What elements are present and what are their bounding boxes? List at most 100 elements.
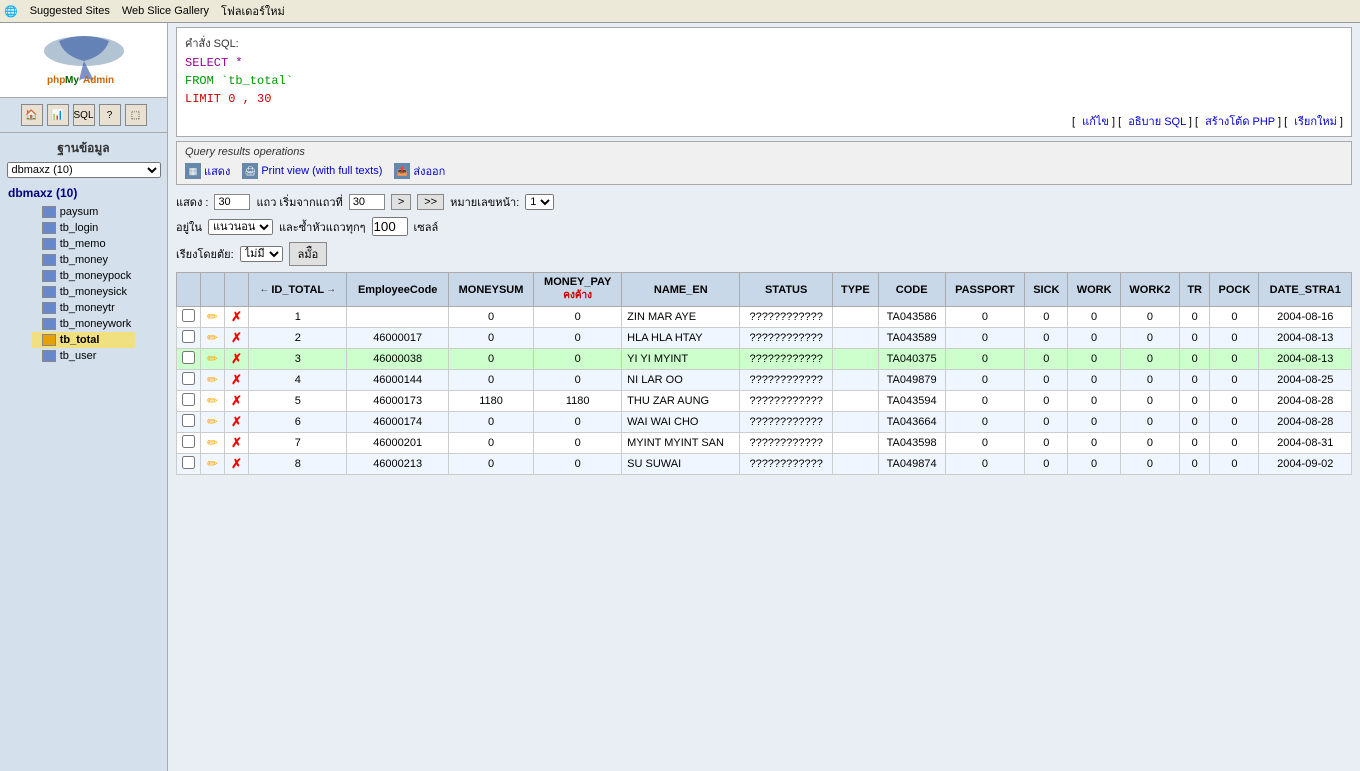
row-check[interactable] xyxy=(177,370,201,391)
col-work[interactable]: WORK xyxy=(1068,273,1120,307)
col-name[interactable]: NAME_EN xyxy=(622,273,740,307)
help-icon[interactable]: ? xyxy=(99,104,121,126)
col-moneysum[interactable]: MONEYSUM xyxy=(448,273,533,307)
row-edit[interactable]: ✏ xyxy=(201,433,225,454)
row-check[interactable] xyxy=(177,412,201,433)
row-del[interactable]: ✗ xyxy=(225,433,249,454)
row-edit[interactable]: ✏ xyxy=(201,412,225,433)
row-del[interactable]: ✗ xyxy=(225,370,249,391)
tab-suggested[interactable]: Suggested Sites xyxy=(30,5,110,17)
delete-icon[interactable]: ✗ xyxy=(231,414,242,429)
col-empcode[interactable]: EmployeeCode xyxy=(347,273,448,307)
edit-icon[interactable]: ✏ xyxy=(207,309,218,324)
col-date[interactable]: DATE_STRA1 xyxy=(1259,273,1352,307)
db-select[interactable]: dbmaxz (10) xyxy=(7,162,161,178)
delete-icon[interactable]: ✗ xyxy=(231,309,242,324)
ops-export-btn[interactable]: 📤 ส่งออก xyxy=(394,162,445,180)
row-date: 2004-08-28 xyxy=(1259,412,1352,433)
nav-item-tb_moneypock[interactable]: tb_moneypock xyxy=(32,268,136,284)
delete-icon[interactable]: ✗ xyxy=(231,456,242,471)
nav-last-btn[interactable]: >> xyxy=(417,194,444,210)
row-edit[interactable]: ✏ xyxy=(201,391,225,412)
sql-refresh-link[interactable]: เรียกใหม่ xyxy=(1294,116,1337,128)
col-moneypay[interactable]: MONEY_PAYคงค้าง xyxy=(534,273,622,307)
nav-item-tb_moneywork[interactable]: tb_moneywork xyxy=(32,316,136,332)
home-icon[interactable]: 🏠 xyxy=(21,104,43,126)
delete-icon[interactable]: ✗ xyxy=(231,330,242,345)
row-edit[interactable]: ✏ xyxy=(201,349,225,370)
col-type[interactable]: TYPE xyxy=(832,273,878,307)
row-del[interactable]: ✗ xyxy=(225,391,249,412)
delete-icon[interactable]: ✗ xyxy=(231,435,242,450)
nav-item-tb_total[interactable]: tb_total xyxy=(32,332,136,348)
col-id-left[interactable]: ← xyxy=(259,284,269,295)
delete-icon[interactable]: ✗ xyxy=(231,372,242,387)
db-icon[interactable]: 📊 xyxy=(47,104,69,126)
exit-icon[interactable]: ⬚ xyxy=(125,104,147,126)
row-edit[interactable]: ✏ xyxy=(201,307,225,328)
row-check[interactable] xyxy=(177,307,201,328)
location-select[interactable]: แนวนอน xyxy=(208,219,273,235)
nav-item-tb_moneytr[interactable]: tb_moneytr xyxy=(32,300,136,316)
sql-php-link[interactable]: สร้างโต้ด PHP xyxy=(1205,116,1275,128)
svg-text:php: php xyxy=(47,75,65,86)
row-check[interactable] xyxy=(177,454,201,475)
edit-icon[interactable]: ✏ xyxy=(207,456,218,471)
col-status[interactable]: STATUS xyxy=(740,273,833,307)
nav-item-tb_money[interactable]: tb_money xyxy=(32,252,136,268)
repeat-input[interactable]: 100 xyxy=(372,217,408,236)
edit-icon[interactable]: ✏ xyxy=(207,372,218,387)
row-code: TA040375 xyxy=(878,349,945,370)
row-id: 6 xyxy=(249,412,347,433)
sort-select[interactable]: ไม่มี xyxy=(240,246,283,262)
nav-item-tb_login[interactable]: tb_login xyxy=(32,220,136,236)
col-work2[interactable]: WORK2 xyxy=(1120,273,1179,307)
page-select[interactable]: 1 xyxy=(525,194,554,210)
delete-icon[interactable]: ✗ xyxy=(231,393,242,408)
show-input[interactable]: 30 xyxy=(214,194,250,210)
sql-explain-link[interactable]: อธิบาย SQL xyxy=(1128,116,1186,128)
sort-btn[interactable]: ลมัือ xyxy=(289,242,328,266)
edit-icon[interactable]: ✏ xyxy=(207,351,218,366)
row-del[interactable]: ✗ xyxy=(225,307,249,328)
nav-item-paysum[interactable]: paysum xyxy=(32,204,136,220)
row-del[interactable]: ✗ xyxy=(225,412,249,433)
row-del[interactable]: ✗ xyxy=(225,349,249,370)
nav-item-tb_moneysick[interactable]: tb_moneysick xyxy=(32,284,136,300)
nav-icon xyxy=(42,334,56,346)
tab-webslice[interactable]: Web Slice Gallery xyxy=(122,5,209,17)
nav-item-tb_memo[interactable]: tb_memo xyxy=(32,236,136,252)
from-input[interactable]: 30 xyxy=(349,194,385,210)
delete-icon[interactable]: ✗ xyxy=(231,351,242,366)
col-tr[interactable]: TR xyxy=(1179,273,1209,307)
col-pock[interactable]: POCK xyxy=(1210,273,1259,307)
row-del[interactable]: ✗ xyxy=(225,328,249,349)
row-edit[interactable]: ✏ xyxy=(201,328,225,349)
edit-icon[interactable]: ✏ xyxy=(207,414,218,429)
row-check[interactable] xyxy=(177,391,201,412)
col-id-right[interactable]: → xyxy=(326,284,336,295)
col-passport[interactable]: PASSPORT xyxy=(945,273,1025,307)
nav-item-tb_user[interactable]: tb_user xyxy=(32,348,136,364)
row-check[interactable] xyxy=(177,433,201,454)
row-del[interactable]: ✗ xyxy=(225,454,249,475)
show-icon: ▦ xyxy=(185,163,201,179)
edit-icon[interactable]: ✏ xyxy=(207,435,218,450)
tab-folder[interactable]: โฟลเดอร์ใหม่ xyxy=(221,2,285,20)
edit-icon[interactable]: ✏ xyxy=(207,330,218,345)
row-work2: 0 xyxy=(1120,349,1179,370)
nav-next-btn[interactable]: > xyxy=(391,194,411,210)
col-id[interactable]: ← ID_TOTAL → xyxy=(249,273,347,307)
row-edit[interactable]: ✏ xyxy=(201,370,225,391)
ops-print-btn[interactable]: 🖨 Print view (with full texts) xyxy=(242,163,382,179)
row-check[interactable] xyxy=(177,328,201,349)
row-check[interactable] xyxy=(177,349,201,370)
sql-icon[interactable]: SQL xyxy=(73,104,95,126)
row-edit[interactable]: ✏ xyxy=(201,454,225,475)
ops-show-btn[interactable]: ▦ แสดง xyxy=(185,162,230,180)
col-code[interactable]: CODE xyxy=(878,273,945,307)
db-name[interactable]: dbmaxz (10) xyxy=(0,180,167,204)
sql-edit-link[interactable]: แก้ไข xyxy=(1082,116,1109,128)
edit-icon[interactable]: ✏ xyxy=(207,393,218,408)
col-sick[interactable]: SICK xyxy=(1025,273,1068,307)
